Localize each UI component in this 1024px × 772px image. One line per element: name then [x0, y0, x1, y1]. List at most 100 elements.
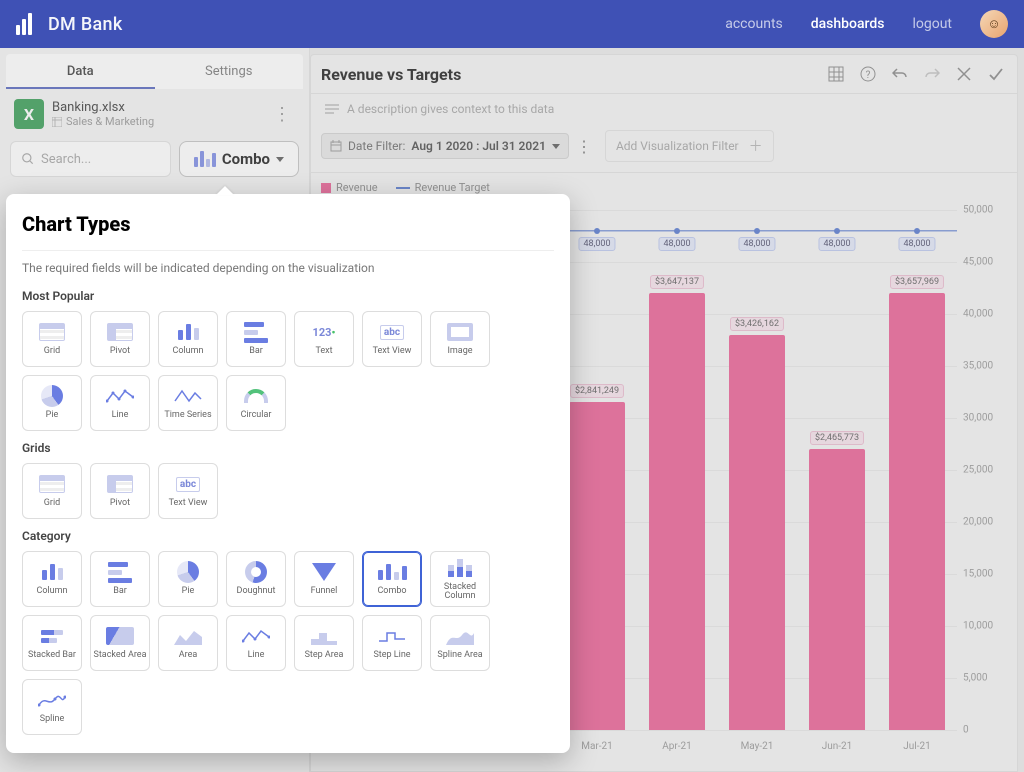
add-visualization-filter[interactable]: Add Visualization Filter ＋: [605, 130, 774, 162]
plus-icon: ＋: [749, 136, 763, 156]
tile-grid[interactable]: Grid: [22, 311, 82, 367]
revenue-bar[interactable]: [569, 402, 625, 730]
revenue-bar[interactable]: [649, 293, 705, 730]
nav-logout[interactable]: logout: [912, 16, 952, 32]
tile-pivot-2[interactable]: Pivot: [90, 463, 150, 519]
tile-grid-2[interactable]: Grid: [22, 463, 82, 519]
y-tick: 35,000: [963, 361, 993, 372]
datasource-name: Banking.xlsx: [52, 100, 269, 115]
tile-step-line[interactable]: Step Line: [362, 615, 422, 671]
combo-label: Combo: [222, 150, 270, 168]
tile-line-2[interactable]: Line: [226, 615, 286, 671]
tile-line[interactable]: Line: [90, 375, 150, 431]
tile-textview-2[interactable]: abcText View: [158, 463, 218, 519]
y-tick: 15,000: [963, 569, 993, 580]
tile-step-area[interactable]: Step Area: [294, 615, 354, 671]
bar-value-label: $3,647,137: [650, 275, 704, 289]
svg-text:?: ?: [866, 70, 871, 81]
bar-column: $3,657,969 48,000: [877, 210, 957, 730]
target-value-label: 48,000: [818, 237, 855, 251]
tile-funnel[interactable]: Funnel: [294, 551, 354, 607]
help-icon[interactable]: ?: [857, 63, 879, 85]
y-tick: 25,000: [963, 465, 993, 476]
tile-stacked-area[interactable]: Stacked Area: [90, 615, 150, 671]
panel-description[interactable]: A description gives context to this data: [347, 102, 554, 116]
tile-timeseries[interactable]: Time Series: [158, 375, 218, 431]
y-tick: 0: [963, 725, 969, 736]
target-point: [914, 228, 920, 234]
section-most-popular: Most Popular: [22, 289, 554, 303]
bar-column: $2,465,77348,000: [797, 210, 877, 730]
tile-stacked-column[interactable]: Stacked Column: [430, 551, 490, 607]
tile-column[interactable]: Column: [158, 311, 218, 367]
bar-column: $3,426,16248,000: [717, 210, 797, 730]
y-tick: 30,000: [963, 413, 993, 424]
chevron-down-icon: [276, 157, 284, 162]
y-tick: 40,000: [963, 309, 993, 320]
popover-hint: The required fields will be indicated de…: [22, 261, 554, 275]
redo-icon[interactable]: [921, 63, 943, 85]
section-grids: Grids: [22, 441, 554, 455]
chart-type-dropdown[interactable]: Combo: [179, 141, 299, 177]
combo-icon: [194, 151, 216, 167]
add-viz-label: Add Visualization Filter: [616, 139, 739, 153]
target-point: [754, 228, 760, 234]
search-input[interactable]: Search...: [10, 141, 171, 177]
tile-area[interactable]: Area: [158, 615, 218, 671]
bar-column: $3,647,137 48,000: [637, 210, 717, 730]
confirm-icon[interactable]: [985, 63, 1007, 85]
filter-menu-button[interactable]: ⋮: [573, 135, 595, 157]
tile-pie-2[interactable]: Pie: [158, 551, 218, 607]
revenue-bar[interactable]: [809, 449, 865, 730]
target-point: [594, 228, 600, 234]
tile-column-2[interactable]: Column: [22, 551, 82, 607]
datasource-menu-button[interactable]: ⋮: [269, 104, 295, 125]
tab-data[interactable]: Data: [6, 54, 155, 89]
x-tick: Jun-21: [797, 741, 877, 752]
bar-value-label: $3,426,162: [730, 317, 784, 331]
y-tick: 5,000: [963, 673, 987, 684]
y-axis: 05,00010,00015,00020,00025,00030,00035,0…: [963, 210, 1011, 730]
tile-stacked-bar[interactable]: Stacked Bar: [22, 615, 82, 671]
tile-combo[interactable]: Combo: [362, 551, 422, 607]
tile-doughnut[interactable]: Doughnut: [226, 551, 286, 607]
tile-bar[interactable]: Bar: [226, 311, 286, 367]
target-value-label: 48,000: [578, 237, 615, 251]
tile-spline[interactable]: Spline: [22, 679, 82, 735]
grid-icon[interactable]: [825, 63, 847, 85]
panel-title: Revenue vs Targets: [321, 65, 815, 84]
tile-bar-2[interactable]: Bar: [90, 551, 150, 607]
search-icon: [21, 152, 35, 166]
bar-value-label: $2,841,249: [570, 384, 624, 398]
avatar[interactable]: ☺: [980, 10, 1008, 38]
legend-target: Revenue Target: [396, 181, 490, 194]
sheet-label: Sales & Marketing: [66, 115, 154, 128]
nav-accounts[interactable]: accounts: [725, 16, 783, 32]
tile-pivot[interactable]: Pivot: [90, 311, 150, 367]
y-tick: 45,000: [963, 257, 993, 268]
logo-icon: [16, 13, 38, 35]
bar-value-label: $3,657,969: [890, 275, 944, 289]
nav-dashboards[interactable]: dashboards: [811, 16, 885, 32]
tile-text[interactable]: 123•Text: [294, 311, 354, 367]
target-value-label: 48,000: [658, 237, 695, 251]
sheet-icon: [52, 117, 62, 127]
chart-types-popover: Chart Types The required fields will be …: [6, 194, 570, 753]
revenue-bar[interactable]: [729, 335, 785, 730]
section-category: Category: [22, 529, 554, 543]
brand-name: DM Bank: [48, 14, 123, 35]
target-point: [834, 228, 840, 234]
tile-textview[interactable]: abcText View: [362, 311, 422, 367]
revenue-bar[interactable]: [889, 293, 945, 730]
y-tick: 50,000: [963, 205, 993, 216]
tile-circular[interactable]: Circular: [226, 375, 286, 431]
datasource-sheet: Sales & Marketing: [52, 115, 269, 128]
date-filter-chip[interactable]: Date Filter: Aug 1 2020 : Jul 31 2021: [321, 133, 569, 159]
tile-pie[interactable]: Pie: [22, 375, 82, 431]
close-icon[interactable]: [953, 63, 975, 85]
tab-settings[interactable]: Settings: [155, 54, 304, 89]
tile-spline-area[interactable]: Spline Area: [430, 615, 490, 671]
tile-image[interactable]: Image: [430, 311, 490, 367]
undo-icon[interactable]: [889, 63, 911, 85]
target-value-label: 48,000: [898, 237, 935, 251]
